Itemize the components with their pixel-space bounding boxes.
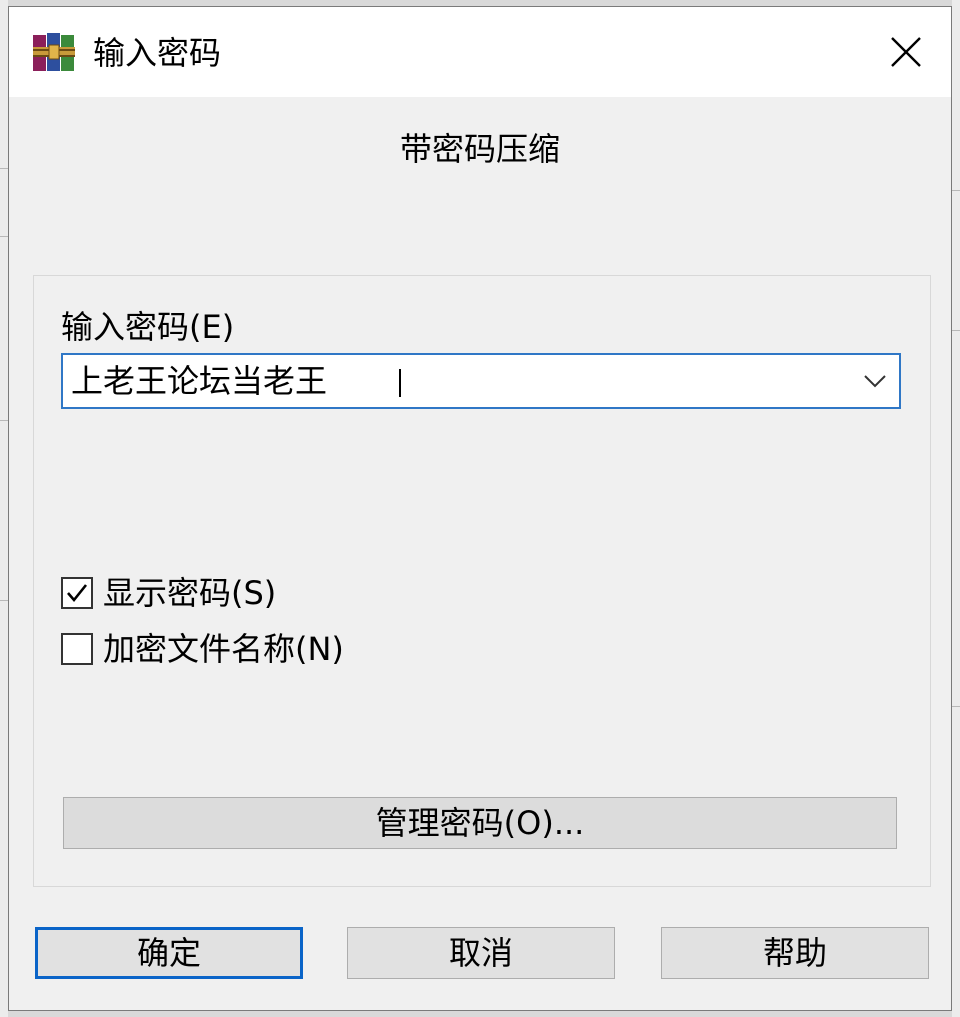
background-divider bbox=[952, 330, 960, 331]
show-password-checkbox[interactable] bbox=[61, 577, 93, 609]
background-divider bbox=[952, 190, 960, 191]
background-divider bbox=[0, 168, 8, 169]
text-caret bbox=[399, 369, 401, 397]
cancel-button[interactable]: 取消 bbox=[347, 927, 615, 979]
password-combobox[interactable] bbox=[61, 353, 901, 409]
background-window bbox=[952, 0, 960, 1017]
title-bar[interactable]: 输入密码 bbox=[9, 7, 951, 97]
background-window bbox=[0, 0, 8, 1017]
background-divider bbox=[0, 236, 8, 237]
checkmark-icon bbox=[67, 584, 88, 603]
close-button[interactable] bbox=[861, 7, 951, 97]
chevron-down-icon[interactable] bbox=[857, 363, 893, 399]
encrypt-names-checkbox[interactable] bbox=[61, 633, 93, 665]
cancel-label: 取消 bbox=[448, 934, 513, 972]
password-dialog: 输入密码 带密码压缩 输入密码(E) 显示密码(S) 加密文件名称(N) 管理密… bbox=[8, 6, 952, 1011]
show-password-label: 显示密码(S) bbox=[103, 574, 277, 612]
winrar-books-icon bbox=[33, 33, 75, 71]
manage-passwords-label: 管理密码(O)... bbox=[375, 804, 585, 842]
dialog-subtitle: 带密码压缩 bbox=[399, 130, 560, 168]
ok-button[interactable]: 确定 bbox=[35, 927, 303, 979]
manage-passwords-button[interactable]: 管理密码(O)... bbox=[63, 797, 897, 849]
password-label: 输入密码(E) bbox=[61, 308, 235, 346]
ok-label: 确定 bbox=[136, 934, 201, 972]
background-divider bbox=[952, 706, 960, 707]
close-x-icon bbox=[891, 37, 921, 67]
password-input[interactable] bbox=[71, 361, 831, 401]
help-button[interactable]: 帮助 bbox=[661, 927, 929, 979]
window-title: 输入密码 bbox=[93, 34, 222, 72]
encrypt-names-option[interactable]: 加密文件名称(N) bbox=[61, 629, 344, 669]
show-password-option[interactable]: 显示密码(S) bbox=[61, 573, 276, 613]
background-divider bbox=[0, 420, 8, 421]
help-label: 帮助 bbox=[762, 934, 827, 972]
encrypt-names-label: 加密文件名称(N) bbox=[103, 630, 344, 668]
background-divider bbox=[0, 600, 8, 601]
